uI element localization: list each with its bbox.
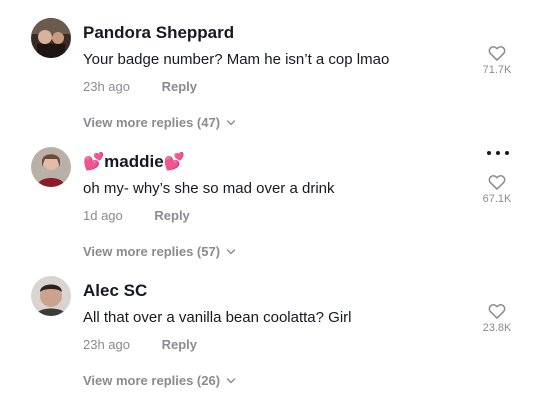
view-more-label: View more replies (47): [83, 115, 221, 130]
username-emoji-suffix: 💕: [163, 152, 185, 171]
avatar[interactable]: [31, 276, 71, 316]
reply-button[interactable]: Reply: [162, 337, 197, 352]
username-emoji-prefix: 💕: [83, 152, 105, 171]
like-button[interactable]: 67.1K: [477, 172, 517, 205]
avatar[interactable]: [31, 147, 71, 187]
comment-item: Alec SC All that over a vanilla bean coo…: [0, 258, 539, 388]
comment-username[interactable]: Pandora Sheppard: [83, 23, 234, 43]
like-count: 67.1K: [482, 193, 512, 205]
comment-username[interactable]: 💕maddie💕: [83, 152, 185, 172]
comment-timestamp: 23h ago: [83, 79, 130, 94]
like-button[interactable]: 71.7K: [477, 43, 517, 76]
like-count: 71.7K: [482, 64, 512, 76]
comment-username[interactable]: Alec SC: [83, 281, 147, 301]
like-count: 23.8K: [482, 322, 512, 334]
view-more-replies-button[interactable]: View more replies (26): [83, 373, 236, 388]
heart-outline-icon: [488, 303, 506, 319]
view-more-label: View more replies (26): [83, 373, 221, 388]
comment-timestamp: 23h ago: [83, 337, 130, 352]
avatar[interactable]: [31, 18, 71, 58]
comment-item: 💕maddie💕 oh my- why’s she so mad over a …: [0, 129, 539, 259]
view-more-label: View more replies (57): [83, 244, 221, 259]
comment-timestamp: 1d ago: [83, 208, 123, 223]
view-more-replies-button[interactable]: View more replies (47): [83, 115, 236, 130]
comment-text: All that over a vanilla bean coolatta? G…: [83, 309, 352, 326]
comment-meta: 23h ago Reply: [83, 79, 197, 94]
view-more-replies-button[interactable]: View more replies (57): [83, 244, 236, 259]
heart-outline-icon: [488, 174, 506, 190]
comment-meta: 23h ago Reply: [83, 337, 197, 352]
comment-meta: 1d ago Reply: [83, 208, 190, 223]
chevron-down-icon: [226, 377, 236, 383]
reply-button[interactable]: Reply: [162, 79, 197, 94]
reply-button[interactable]: Reply: [154, 208, 189, 223]
comment-text: oh my- why’s she so mad over a drink: [83, 180, 335, 197]
chevron-down-icon: [226, 119, 236, 125]
chevron-down-icon: [226, 248, 236, 254]
comment-item: Pandora Sheppard Your badge number? Mam …: [0, 0, 539, 130]
comment-text: Your badge number? Mam he isn’t a cop lm…: [83, 51, 390, 68]
like-button[interactable]: 23.8K: [477, 301, 517, 334]
heart-outline-icon: [488, 45, 506, 61]
